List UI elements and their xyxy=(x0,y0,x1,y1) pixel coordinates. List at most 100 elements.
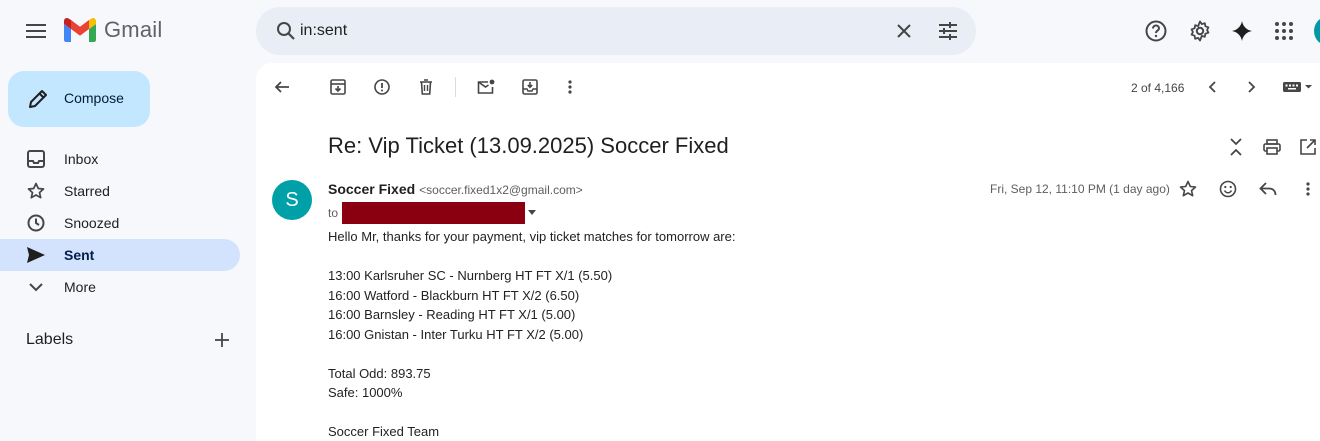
search-bar xyxy=(256,7,976,55)
back-button[interactable] xyxy=(266,71,298,103)
labels-heading: Labels xyxy=(26,331,74,348)
account-avatar[interactable] xyxy=(1314,16,1320,46)
pencil-icon xyxy=(29,90,47,108)
reply-button[interactable] xyxy=(1254,175,1282,203)
body-greeting: Hello Mr, thanks for your payment, vip t… xyxy=(328,229,736,244)
sidebar-item-inbox[interactable]: Inbox xyxy=(0,143,240,175)
input-tools-button[interactable] xyxy=(1276,71,1320,103)
sidebar-item-label: Snoozed xyxy=(64,215,120,231)
sender-name[interactable]: Soccer Fixed xyxy=(328,181,415,197)
sidebar-item-more[interactable]: More xyxy=(0,271,240,303)
star-button[interactable] xyxy=(1174,175,1202,203)
report-spam-button[interactable] xyxy=(366,71,398,103)
search-input[interactable] xyxy=(300,19,860,43)
email-body: Hello Mr, thanks for your payment, vip t… xyxy=(328,227,735,441)
move-to-button[interactable] xyxy=(514,71,546,103)
close-icon xyxy=(897,24,911,38)
compose-label: Compose xyxy=(64,90,124,106)
gmail-m-icon xyxy=(64,18,96,42)
signature: Soccer Fixed Team xyxy=(328,424,440,439)
top-bar: Gmail xyxy=(0,0,1320,62)
print-icon xyxy=(1263,139,1281,155)
clock-icon xyxy=(26,213,46,233)
move-to-icon xyxy=(522,79,538,95)
sidebar-item-starred[interactable]: Starred xyxy=(0,175,240,207)
total-odd: Total Odd: 893.75 xyxy=(328,365,431,381)
clear-search-button[interactable] xyxy=(884,11,924,51)
chevron-left-icon xyxy=(1208,81,1216,93)
create-label-button[interactable] xyxy=(208,326,236,354)
sidebar-item-sent[interactable]: Sent xyxy=(0,239,240,271)
emoji-icon xyxy=(1219,180,1237,198)
safe-line: Safe: 1000% xyxy=(328,385,403,400)
redacted-recipient xyxy=(342,202,526,224)
message-more-button[interactable] xyxy=(1294,175,1320,203)
match-line: 16:00 Watford - Blackburn HT FT X/2 (6.5… xyxy=(328,287,580,303)
sidebar-item-label: Sent xyxy=(64,247,95,263)
send-icon xyxy=(26,245,46,265)
keyboard-icon xyxy=(1283,82,1312,92)
mark-unread-icon xyxy=(477,79,495,94)
app-name: Gmail xyxy=(104,17,163,42)
more-options-button[interactable] xyxy=(554,71,586,103)
gemini-button[interactable] xyxy=(1222,11,1262,51)
chevron-down-icon xyxy=(26,277,46,297)
chevron-right-icon xyxy=(1248,81,1256,93)
pagination-count: 2 of 4,166 xyxy=(1131,81,1185,95)
newer-button[interactable] xyxy=(1196,71,1228,103)
help-icon xyxy=(1145,20,1167,42)
delete-button[interactable] xyxy=(410,71,442,103)
apps-button[interactable] xyxy=(1264,11,1304,51)
star-icon xyxy=(26,181,46,201)
hamburger-menu-icon xyxy=(26,24,46,38)
settings-button[interactable] xyxy=(1180,11,1220,51)
unfold-less-icon xyxy=(1230,138,1242,156)
more-vert-icon xyxy=(1306,182,1310,196)
match-line: 16:00 Barnsley - Reading HT FT X/1 (5.00… xyxy=(328,307,576,322)
gmail-logo[interactable]: Gmail xyxy=(64,17,162,43)
print-button[interactable] xyxy=(1256,131,1288,163)
more-vert-icon xyxy=(568,80,572,94)
show-details-button[interactable] xyxy=(527,210,537,216)
trash-icon xyxy=(420,79,432,95)
email-date: Fri, Sep 12, 11:10 PM (1 day ago) xyxy=(990,182,1170,196)
archive-button[interactable] xyxy=(322,71,354,103)
sidebar-item-snoozed[interactable]: Snoozed xyxy=(0,207,240,239)
sidebar-item-label: Starred xyxy=(64,183,110,199)
tune-icon xyxy=(939,22,957,40)
search-options-button[interactable] xyxy=(928,11,968,51)
older-button[interactable] xyxy=(1236,71,1268,103)
open-in-new-icon xyxy=(1300,139,1316,155)
match-line: 16:00 Gnistan - Inter Turku HT FT X/2 (5… xyxy=(328,326,584,342)
sender-info: Soccer Fixed <soccer.fixed1x2@gmail.com> xyxy=(328,181,583,197)
search-icon xyxy=(277,22,295,40)
report-icon xyxy=(374,79,390,95)
caret-down-icon xyxy=(528,210,537,215)
recipient-line: to xyxy=(328,202,537,224)
sidebar-item-label: More xyxy=(64,279,96,295)
main-menu-button[interactable] xyxy=(16,11,56,51)
to-label: to xyxy=(328,206,339,220)
mark-unread-button[interactable] xyxy=(470,71,502,103)
arrow-back-icon xyxy=(274,81,289,93)
reply-icon xyxy=(1259,182,1277,196)
email-subject: Re: Vip Ticket (13.09.2025) Soccer Fixed xyxy=(328,133,729,158)
add-reaction-button[interactable] xyxy=(1214,175,1242,203)
compose-button[interactable]: Compose xyxy=(8,71,150,127)
sparkle-icon xyxy=(1232,21,1252,41)
star-icon xyxy=(1179,180,1197,197)
toolbar-divider xyxy=(455,77,456,97)
sender-avatar[interactable]: S xyxy=(272,180,312,220)
match-line: 13:00 Karlsruher SC - Nurnberg HT FT X/1… xyxy=(328,268,613,283)
inbox-icon xyxy=(26,149,46,169)
open-new-window-button[interactable] xyxy=(1292,131,1320,163)
support-button[interactable] xyxy=(1136,11,1176,51)
collapse-all-button[interactable] xyxy=(1220,131,1252,163)
apps-grid-icon xyxy=(1275,22,1293,40)
gear-icon xyxy=(1190,20,1210,42)
plus-icon xyxy=(215,333,229,347)
message-view: 2 of 4,166 Re: Vip Ticket (13.09.2025) S… xyxy=(256,63,1320,441)
archive-icon xyxy=(330,79,346,95)
sender-email: <soccer.fixed1x2@gmail.com> xyxy=(419,183,583,197)
sidebar-item-label: Inbox xyxy=(64,151,99,167)
